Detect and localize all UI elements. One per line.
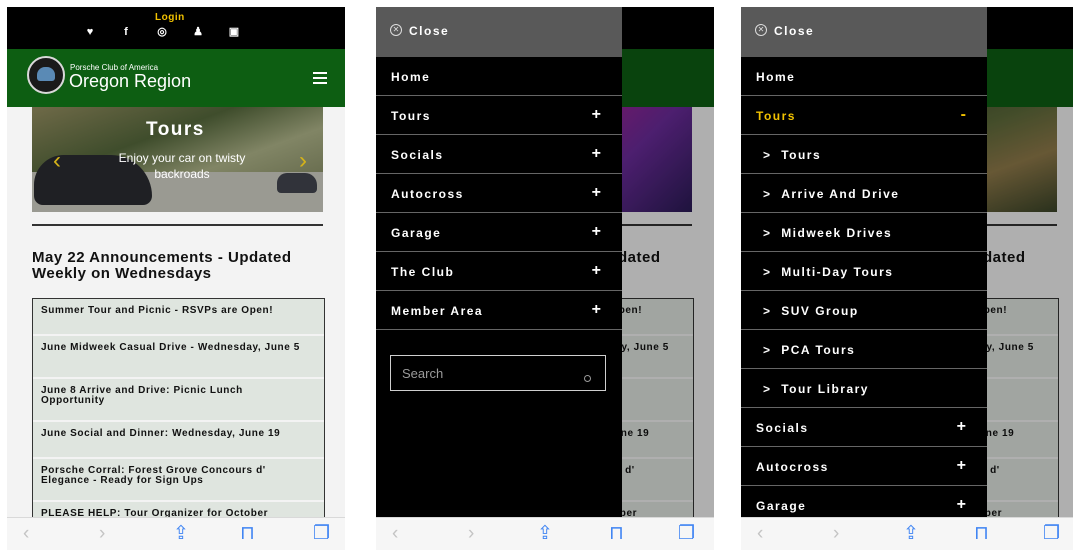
menu-item-autocross[interactable]: Autocross + — [376, 174, 622, 213]
close-label[interactable]: Close — [409, 24, 449, 38]
chevron-right-icon: > — [763, 265, 772, 279]
forward-icon[interactable]: › — [99, 524, 105, 544]
share-icon[interactable]: ⇪ — [903, 524, 919, 544]
expand-icon[interactable]: + — [957, 496, 966, 514]
chevron-right-icon: > — [763, 187, 772, 201]
club-logo[interactable] — [27, 56, 65, 94]
close-label[interactable]: Close — [774, 24, 814, 38]
close-bar[interactable]: ✕ Close — [376, 7, 622, 57]
announcement-item[interactable]: June Social and Dinner: Wednesday, June … — [33, 422, 324, 459]
menu-item-home[interactable]: Home — [376, 57, 622, 96]
announcement-item[interactable]: Summer Tour and Picnic - RSVPs are Open! — [33, 299, 324, 336]
chevron-right-icon: > — [763, 382, 772, 396]
chevron-right-icon: > — [763, 226, 772, 240]
brand-bar: Porsche Club of America Oregon Region — [7, 49, 345, 107]
youtube-icon[interactable]: ♟ — [191, 26, 205, 38]
slide-subtitle: Enjoy your car on twisty backroads — [118, 151, 246, 181]
expand-icon[interactable]: + — [592, 262, 601, 280]
announcement-list: Summer Tour and Picnic - RSVPs are Open!… — [32, 298, 325, 546]
tabs-icon[interactable]: ❐ — [313, 524, 330, 544]
expand-icon[interactable]: + — [592, 145, 601, 163]
page-overlay[interactable] — [622, 7, 714, 550]
back-icon[interactable]: ‹ — [23, 524, 29, 544]
menu-item-tours[interactable]: Tours - — [741, 96, 987, 135]
announcement-item[interactable]: June 8 Arrive and Drive: Picnic Lunch Op… — [33, 379, 324, 422]
announcement-item[interactable]: Porsche Corral: Forest Grove Concours d'… — [33, 459, 324, 502]
nav-drawer: ✕ Close Home Tours - > Tours > Arrive An… — [741, 7, 987, 550]
menu-item-home[interactable]: Home — [741, 57, 987, 96]
hamburger-menu-icon[interactable] — [313, 72, 327, 84]
screenshot-tours-expanded: ♥ f ◎ ♟ ▣ Porsche Club of America Oregon… — [741, 7, 1073, 550]
menu-item-garage[interactable]: Garage + — [376, 213, 622, 252]
facebook-icon[interactable]: f — [119, 26, 133, 38]
menu-item-the-club[interactable]: The Club + — [376, 252, 622, 291]
screenshot-menu-open: ♥ f ◎ ♟ ▣ Porsche Club of America Oregon… — [376, 7, 714, 550]
login-link[interactable]: Login — [155, 12, 185, 23]
search-input[interactable]: Search — [390, 355, 606, 391]
announcements-heading: May 22 Announcements - Updated Weekly on… — [32, 249, 292, 282]
tabs-icon[interactable]: ❐ — [1043, 524, 1060, 544]
announcement-item[interactable]: June Midweek Casual Drive - Wednesday, J… — [33, 336, 324, 379]
instagram-icon[interactable]: ◎ — [155, 26, 169, 38]
expand-icon[interactable]: + — [957, 418, 966, 436]
expand-icon[interactable]: + — [957, 457, 966, 475]
expand-icon[interactable]: + — [592, 223, 601, 241]
chevron-right-icon: > — [763, 148, 772, 162]
top-bar: Login ♥ f ◎ ♟ ▣ — [7, 7, 345, 49]
menu-item-autocross[interactable]: Autocross + — [741, 447, 987, 486]
submenu-item-tour-library[interactable]: > Tour Library — [741, 369, 987, 408]
page-overlay[interactable] — [987, 7, 1073, 550]
bookmarks-icon[interactable]: ⊓ — [240, 524, 255, 544]
submenu-item-multi-day-tours[interactable]: > Multi-Day Tours — [741, 252, 987, 291]
brand-title[interactable]: Oregon Region — [69, 71, 191, 92]
forward-icon[interactable]: › — [833, 524, 839, 544]
submenu-item-pca-tours[interactable]: > PCA Tours — [741, 330, 987, 369]
site-page: Login ♥ f ◎ ♟ ▣ Porsche Club of America … — [7, 7, 345, 550]
expand-icon[interactable]: + — [592, 184, 601, 202]
tabs-icon[interactable]: ❐ — [678, 524, 695, 544]
hero-slider[interactable]: ‹ › Tours Enjoy your car on twisty backr… — [32, 107, 323, 212]
collapse-icon[interactable]: - — [961, 106, 966, 124]
slide-title: Tours — [146, 119, 205, 140]
chevron-right-icon: > — [763, 343, 772, 357]
menu-item-socials[interactable]: Socials + — [376, 135, 622, 174]
bookmarks-icon[interactable]: ⊓ — [974, 524, 989, 544]
menu-item-socials[interactable]: Socials + — [741, 408, 987, 447]
forward-icon[interactable]: › — [468, 524, 474, 544]
slider-prev-icon[interactable]: ‹ — [53, 147, 61, 175]
social-links: ♥ f ◎ ♟ ▣ — [83, 26, 241, 38]
expand-icon[interactable]: + — [592, 106, 601, 124]
nav-drawer: ✕ Close Home Tours + Socials + Autocross… — [376, 7, 622, 550]
vimeo-icon[interactable]: ▣ — [227, 26, 241, 38]
slider-next-icon[interactable]: › — [299, 147, 307, 175]
browser-toolbar: ‹ › ⇪ ⊓ ❐ — [7, 517, 345, 550]
back-icon[interactable]: ‹ — [392, 524, 398, 544]
submenu-item-midweek-drives[interactable]: > Midweek Drives — [741, 213, 987, 252]
browser-toolbar: ‹ › ⇪ ⊓ ❐ — [376, 517, 714, 550]
divider — [32, 224, 323, 226]
twitter-icon[interactable]: ♥ — [83, 26, 97, 38]
close-icon[interactable]: ✕ — [755, 24, 767, 36]
page-peek: ♥ f ◎ ♟ ▣ Porsche Club of America Oregon… — [622, 7, 714, 550]
menu-item-tours[interactable]: Tours + — [376, 96, 622, 135]
expand-icon[interactable]: + — [592, 301, 601, 319]
close-icon[interactable]: ✕ — [390, 24, 402, 36]
search-placeholder: Search — [402, 366, 444, 381]
bookmarks-icon[interactable]: ⊓ — [609, 524, 624, 544]
chevron-right-icon: > — [763, 304, 772, 318]
submenu-item-arrive-and-drive[interactable]: > Arrive And Drive — [741, 174, 987, 213]
share-icon[interactable]: ⇪ — [173, 524, 189, 544]
page-peek: ♥ f ◎ ♟ ▣ Porsche Club of America Oregon… — [987, 7, 1073, 550]
close-bar[interactable]: ✕ Close — [741, 7, 987, 57]
screenshot-homepage: Login ♥ f ◎ ♟ ▣ Porsche Club of America … — [7, 7, 345, 550]
back-icon[interactable]: ‹ — [757, 524, 763, 544]
search-icon[interactable] — [584, 375, 591, 382]
submenu-item-suv-group[interactable]: > SUV Group — [741, 291, 987, 330]
browser-toolbar: ‹ › ⇪ ⊓ ❐ — [741, 517, 1073, 550]
share-icon[interactable]: ⇪ — [537, 524, 553, 544]
submenu-item-tours[interactable]: > Tours — [741, 135, 987, 174]
menu-item-member-area[interactable]: Member Area + — [376, 291, 622, 330]
